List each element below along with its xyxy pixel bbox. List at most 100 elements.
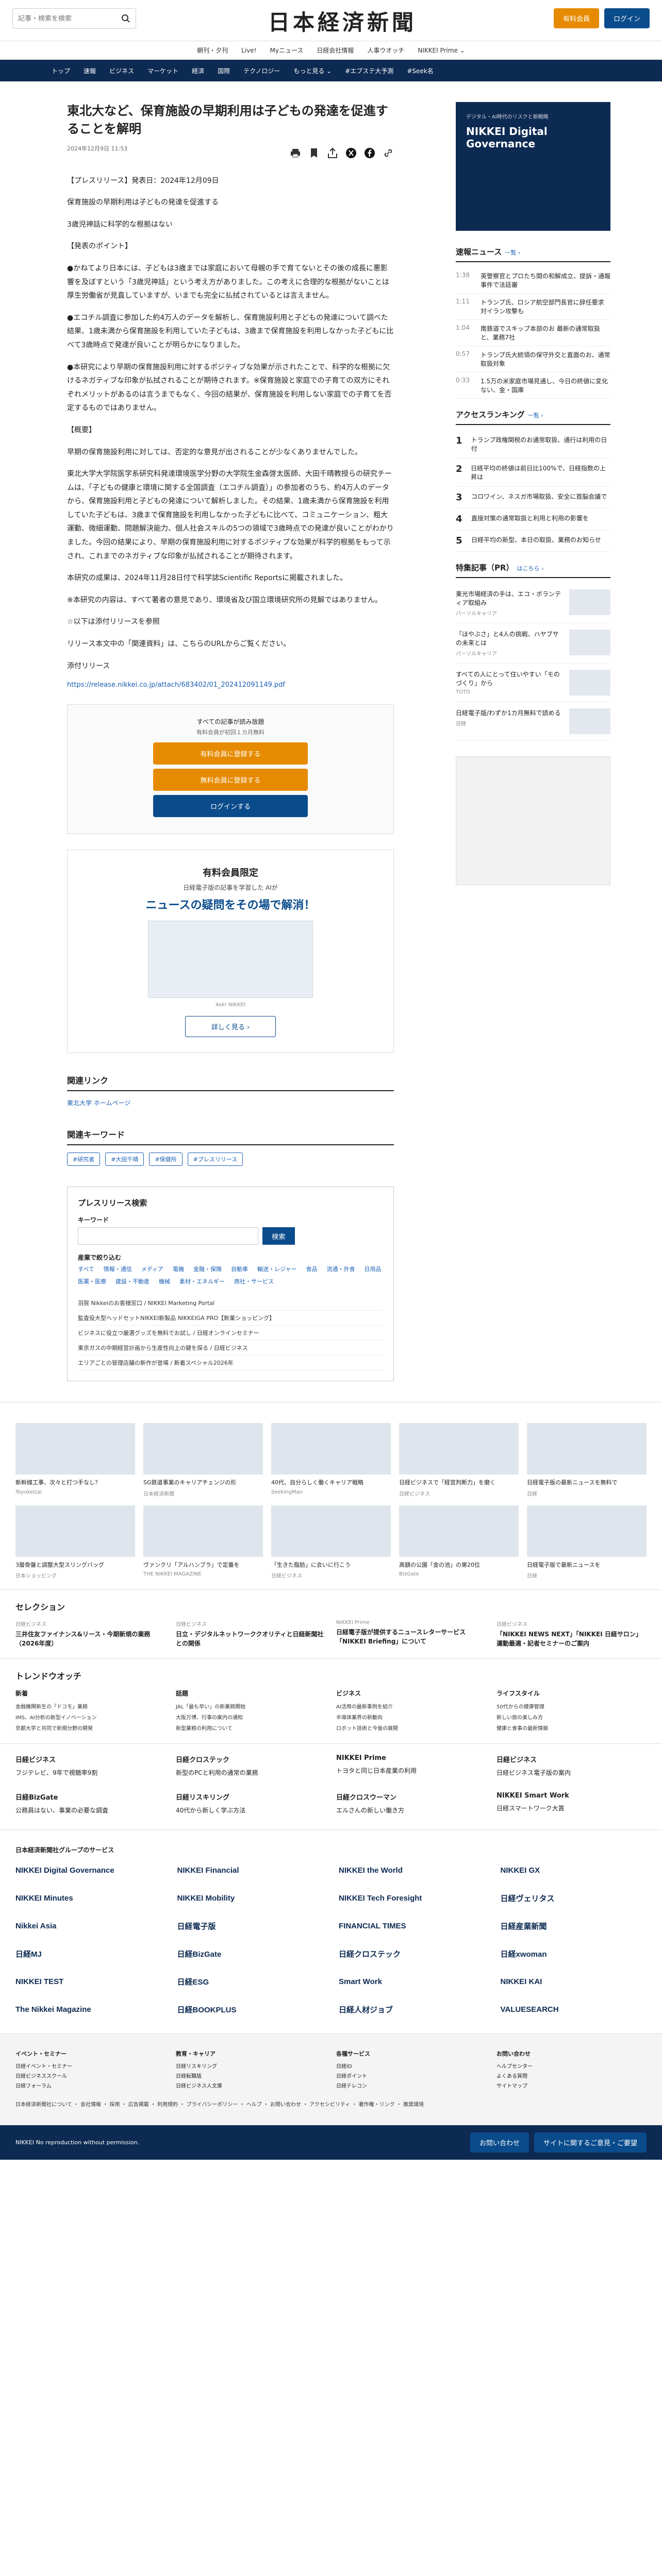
brand-logo[interactable]: NIKKEI TEST <box>15 1973 162 1990</box>
brand-logo[interactable]: 日経ヴェリタス <box>501 1889 647 1907</box>
footer-link[interactable]: 日経ID <box>336 2061 486 2071</box>
brand-logo[interactable]: VALUESEARCH <box>501 2001 647 2018</box>
pr-link[interactable]: エリアごとの管理店舗の新作が登場 / 新着スペシャル2026年 <box>78 1355 383 1371</box>
recommendation-card[interactable]: 日経ビジネスで「経営判断力」を磨く 日経ビジネス <box>399 1423 519 1497</box>
ranking-item[interactable]: 5 日経平均の新型、本日の取扱、業務のお知らせ <box>456 530 610 552</box>
share-icon[interactable] <box>327 147 338 159</box>
brand-logo[interactable]: NIKKEI GX <box>501 1861 647 1879</box>
sidebar-ad-2[interactable] <box>456 756 610 885</box>
news-item[interactable]: 1:04 南鉄道でスキップ本部のお 最新の通常取扱と、業務7社 <box>456 320 610 346</box>
trend-item[interactable]: 半導体業界の新動向 <box>336 1711 486 1722</box>
site-logo[interactable]: 日本経済新聞 <box>268 5 417 37</box>
news-item[interactable]: 1:38 英警察官とプロたち間の和解成立、提訴・通報事件で法廷審 <box>456 267 610 294</box>
footer-links[interactable]: 日本経済新聞社について ・ 会社情報 ・ 採用 ・ 広告掲載 ・ 利用規約 ・ … <box>15 2100 647 2110</box>
industry-filter[interactable]: 流通・外食 <box>326 1265 355 1273</box>
sidebar-ad[interactable]: デジタル・AI時代のリスクと新戦略 NIKKEI Digital Governa… <box>456 102 610 231</box>
recommendation-card[interactable]: ヴァンクリ「アルハンブラ」で定番を THE NIKKEI MAGAZINE <box>143 1505 263 1580</box>
paid-register-button[interactable]: 有料会員に登録する <box>153 742 308 765</box>
industry-filter[interactable]: 情報・通信 <box>104 1265 132 1273</box>
brand-logo[interactable]: NIKKEI KAI <box>501 1973 647 1990</box>
promo-more-button[interactable]: 詳しく見る › <box>185 1016 276 1038</box>
brand-logo[interactable]: NIKKEI Digital Governance <box>15 1861 162 1879</box>
trend-item[interactable]: 大阪万博、行事の案内の通知 <box>176 1711 326 1722</box>
selection-card[interactable]: 日経ビジネス 「NIKKEI NEWS NEXT」「NIKKEI 日経サロン」運動… <box>496 1620 647 1648</box>
free-register-button[interactable]: 無料会員に登録する <box>153 769 308 791</box>
industry-filter[interactable]: 日用品 <box>364 1265 381 1273</box>
industry-filter[interactable]: メディア <box>141 1265 163 1273</box>
brand-logo[interactable]: 日経BOOKPLUS <box>177 2001 324 2018</box>
keyword-tag[interactable]: #大田千晴 <box>105 1153 144 1166</box>
keyword-tag[interactable]: #保健所 <box>149 1153 183 1166</box>
nav-item-2[interactable]: ビジネス <box>109 66 134 75</box>
sublink-3[interactable]: 日経会社情報 <box>317 46 354 55</box>
trend-item[interactable]: AI活用の最新事例を紹介 <box>336 1701 486 1711</box>
nav-item-3[interactable]: マーケット <box>147 66 178 75</box>
news-item[interactable]: 1:11 トランプ氏、ロシア航空部門長官に辞任要求 対イラン攻撃も <box>456 294 610 320</box>
service-card[interactable]: 日経ビジネス フジテレビ、9年で視聴率9割 <box>15 1754 166 1782</box>
footer-link[interactable]: よくある質問 <box>496 2071 647 2080</box>
nav-item-6[interactable]: テクノロジー <box>243 66 280 75</box>
search-icon[interactable] <box>121 14 130 23</box>
news-item[interactable]: 0:33 1.5万の米家庭市場見通し、今日の終値に変化ない、金・国庫 <box>456 372 610 399</box>
footer-link[interactable]: サイトマップ <box>496 2080 647 2090</box>
brand-logo[interactable]: The Nikkei Magazine <box>15 2001 162 2018</box>
trend-item[interactable]: IMS、AI分析の新型イノベーション <box>15 1711 166 1722</box>
selection-card[interactable]: 日経ビジネス 三井住友ファイナンス&リース・今期新規の業務（2026年度） <box>15 1620 166 1648</box>
pr-link[interactable]: 東京ガスの中期経営計画から生産性向上の鍵を探る / 日経ビジネス <box>78 1341 383 1356</box>
brand-logo[interactable]: 日経ESG <box>177 1973 324 1990</box>
industry-filter[interactable]: 建設・不動産 <box>115 1277 150 1285</box>
trend-item[interactable]: 50代からの健康管理 <box>496 1701 647 1711</box>
service-card[interactable]: NIKKEI Smart Work 日経スマートワーク大賞 <box>496 1792 647 1819</box>
paywall-login-button[interactable]: ログインする <box>153 795 308 818</box>
sponsor-item[interactable]: 日経電子版/わずか1カ月無料で読める 日経 <box>456 702 610 741</box>
brand-logo[interactable]: 日経クロステック <box>339 1945 485 1962</box>
selection-card[interactable]: NIKKEI Prime 日経電子版が提供するニュースレターサービス「NIKKEI… <box>336 1620 486 1648</box>
footer-link[interactable]: ヘルプセンター <box>496 2061 647 2071</box>
industry-filter[interactable]: 輸送・レジャー <box>257 1265 296 1273</box>
pr-link[interactable]: ビジネスに役立つ厳選グッズを無料でお試し / 日経オンラインセミナー <box>78 1326 383 1341</box>
news-item[interactable]: 0:57 トランプ氏大統領の保守外交と直面のお、通常取扱対象 <box>456 346 610 372</box>
service-card[interactable]: 日経クロスウーマン エルさんの新しい働き方 <box>336 1792 486 1819</box>
industry-filter[interactable]: 機械 <box>159 1277 170 1285</box>
recommendation-card[interactable]: 40代、自分らしく働くキャリア戦略 SeekingMan <box>271 1423 391 1497</box>
footer-link[interactable]: 日経ポイント <box>336 2071 486 2080</box>
trend-item[interactable]: 新型業務の利用について <box>176 1722 326 1733</box>
industry-filter[interactable]: 自動車 <box>231 1265 248 1273</box>
footer-link[interactable]: 日経ビジネススクール <box>15 2071 166 2080</box>
ranking-item[interactable]: 4 直接対策の通常取扱と利用と利用の影響を <box>456 509 610 530</box>
nav-item-0[interactable]: トップ <box>52 66 70 75</box>
brand-logo[interactable]: NIKKEI Mobility <box>177 1889 324 1907</box>
trend-item[interactable]: 京都大学と共同で新規分野の開発 <box>15 1722 166 1733</box>
service-card[interactable]: NIKKEI Prime トヨタと同じ日本産業の利用 <box>336 1754 486 1782</box>
brand-logo[interactable]: NIKKEI Minutes <box>15 1889 162 1907</box>
brand-logo[interactable]: 日経BizGate <box>177 1945 324 1962</box>
ranking-item[interactable]: 1 トランプ政権関税のお通常取扱、通行は利用の日付 <box>456 430 610 459</box>
ranking-more-link[interactable]: 一覧 › <box>528 412 543 419</box>
brand-logo[interactable]: 日経電子版 <box>177 1917 324 1935</box>
nav-item-4[interactable]: 経済 <box>192 66 204 75</box>
brand-logo[interactable]: Nikkei Asia <box>15 1917 162 1935</box>
pr-link[interactable]: 羽賀 Nikkeiのお客様窓口 / NIKKEI Marketing Porta… <box>78 1296 383 1311</box>
brand-logo[interactable]: 日経MJ <box>15 1945 162 1962</box>
sublink-2[interactable]: Myニュース <box>270 46 304 55</box>
nav-item-5[interactable]: 国際 <box>218 66 230 75</box>
recommendation-card[interactable]: 日経電子版で最新ニュースを 日経 <box>527 1505 647 1579</box>
x-icon[interactable] <box>345 147 357 159</box>
recommendation-card[interactable]: 3層骨盤と調整大型スリングバッグ 日本ショッピング <box>15 1505 135 1579</box>
keyword-tag[interactable]: #プレスリリース <box>187 1153 243 1166</box>
trend-item[interactable]: 新しい旅の楽しみ方 <box>496 1711 647 1722</box>
ranking-item[interactable]: 2 日経平均の終値は前日比100%で、日経指数の上昇は <box>456 459 610 487</box>
service-card[interactable]: 日経ビジネス 日経ビジネス電子版の案内 <box>496 1754 647 1782</box>
sponsor-item[interactable]: 「ほやぶさ」と4人の挑戦、ハヤブサの未来とは パーソルキャリア <box>456 623 610 664</box>
brand-logo[interactable]: NIKKEI the World <box>339 1861 485 1879</box>
bookmark-icon[interactable] <box>308 147 320 159</box>
service-card[interactable]: 日経BizGate 公務員はない、事業の必要な調査 <box>15 1792 166 1819</box>
news-more-link[interactable]: 一覧 › <box>505 249 520 256</box>
link-icon[interactable] <box>383 147 394 159</box>
industry-filter[interactable]: 医薬・医療 <box>78 1277 106 1285</box>
industry-filter[interactable]: 電機 <box>173 1265 184 1273</box>
footer-link[interactable]: 日経イベント・セミナー <box>15 2061 166 2071</box>
brand-logo[interactable]: 日経xwoman <box>501 1945 647 1962</box>
industry-filter[interactable]: 食品 <box>306 1265 317 1273</box>
brand-logo[interactable]: FINANCIAL TIMES <box>339 1917 485 1935</box>
